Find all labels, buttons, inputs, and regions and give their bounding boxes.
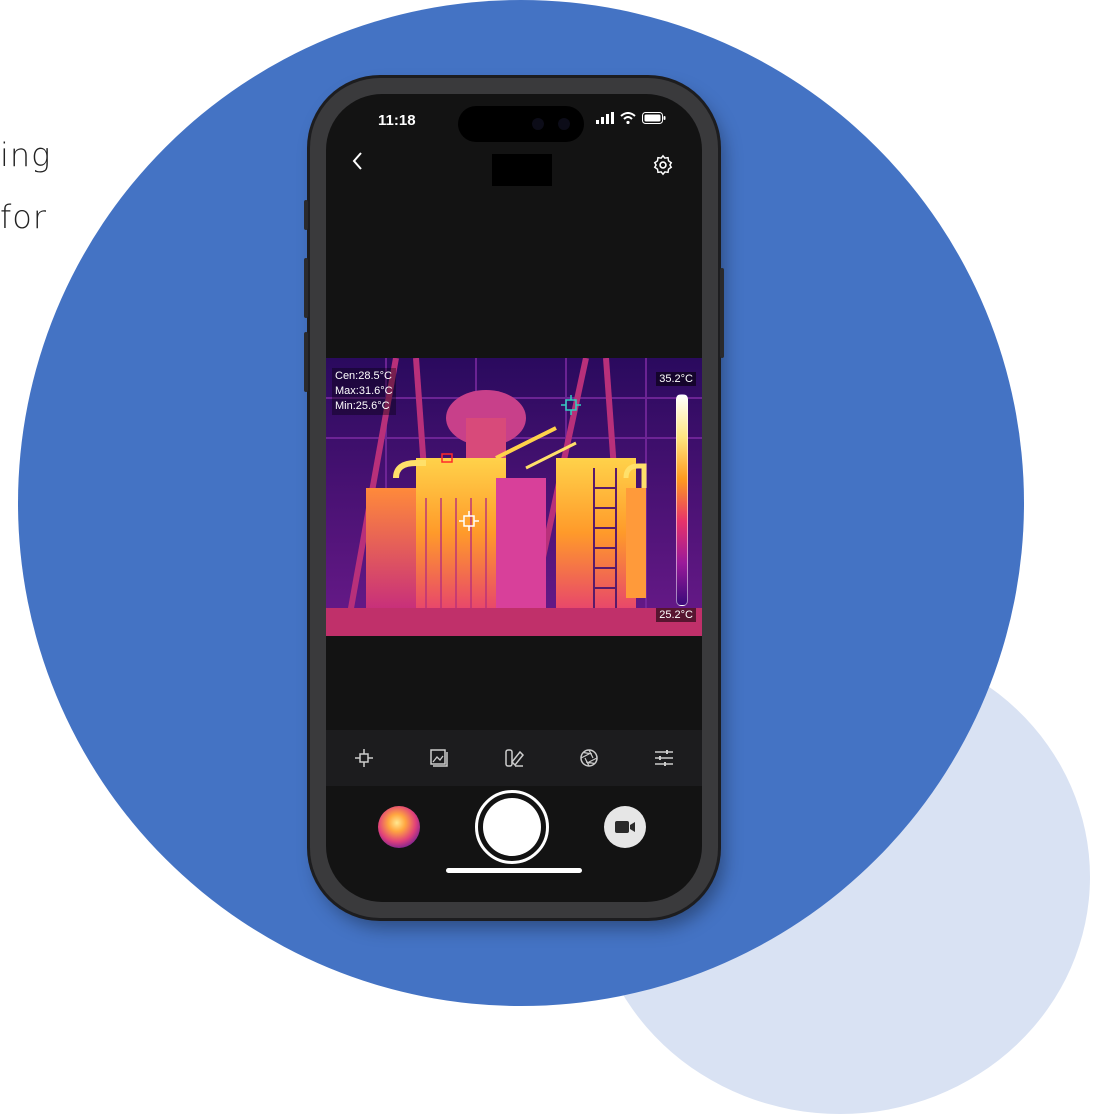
shutter-settings-button[interactable] xyxy=(574,743,604,773)
sensor-dot xyxy=(532,118,544,130)
silent-switch xyxy=(304,200,308,230)
scale-max-label: 35.2°C xyxy=(656,372,696,386)
max-temp: Max:31.6°C xyxy=(335,385,393,397)
thermal-image-view[interactable]: Cen:28.5°C Max:31.6°C Min:25.6°C 35.2°C … xyxy=(326,358,702,636)
status-icons xyxy=(596,112,666,124)
temperature-color-scale xyxy=(676,394,688,606)
measure-point-button[interactable] xyxy=(349,743,379,773)
battery-icon xyxy=(642,112,666,124)
home-indicator[interactable] xyxy=(446,868,582,873)
sliders-icon xyxy=(655,750,674,766)
video-camera-icon xyxy=(615,821,635,833)
adjust-button[interactable] xyxy=(649,743,679,773)
scale-min-label: 25.2°C xyxy=(656,608,696,622)
shutter-inner xyxy=(483,798,541,856)
crosshair-icon xyxy=(354,749,373,767)
signal-icon xyxy=(596,112,614,124)
center-temp: Cen:28.5°C xyxy=(335,370,392,382)
phone-mockup: 11:18 Cen:28.5°C Max:31.6°C Min:25.6°C 3… xyxy=(304,78,724,918)
camera-lens-icon xyxy=(558,118,570,130)
back-button[interactable] xyxy=(350,150,364,176)
tool-bar xyxy=(326,730,702,786)
dynamic-island xyxy=(458,106,584,142)
gallery-icon xyxy=(430,749,448,767)
phone-screen: 11:18 Cen:28.5°C Max:31.6°C Min:25.6°C 3… xyxy=(326,94,702,902)
palette-button[interactable] xyxy=(499,743,529,773)
last-capture-thumbnail[interactable] xyxy=(378,806,420,848)
gear-icon xyxy=(653,154,673,176)
status-time: 11:18 xyxy=(378,112,416,129)
volume-down-button xyxy=(304,332,308,392)
settings-button[interactable] xyxy=(652,154,674,181)
side-text-line-1: ing xyxy=(0,136,52,174)
palette-icon xyxy=(505,749,524,767)
shutter-button[interactable] xyxy=(475,790,549,864)
aperture-icon xyxy=(580,749,598,767)
redacted-title xyxy=(492,154,552,186)
video-mode-button[interactable] xyxy=(604,806,646,848)
side-text-line-2: for xyxy=(0,198,47,236)
min-temp: Min:25.6°C xyxy=(335,400,390,412)
power-button xyxy=(720,268,724,358)
wifi-icon xyxy=(620,112,636,124)
volume-up-button xyxy=(304,258,308,318)
chevron-left-icon xyxy=(352,152,362,170)
temperature-readout: Cen:28.5°C Max:31.6°C Min:25.6°C xyxy=(332,368,396,415)
gallery-button[interactable] xyxy=(424,743,454,773)
